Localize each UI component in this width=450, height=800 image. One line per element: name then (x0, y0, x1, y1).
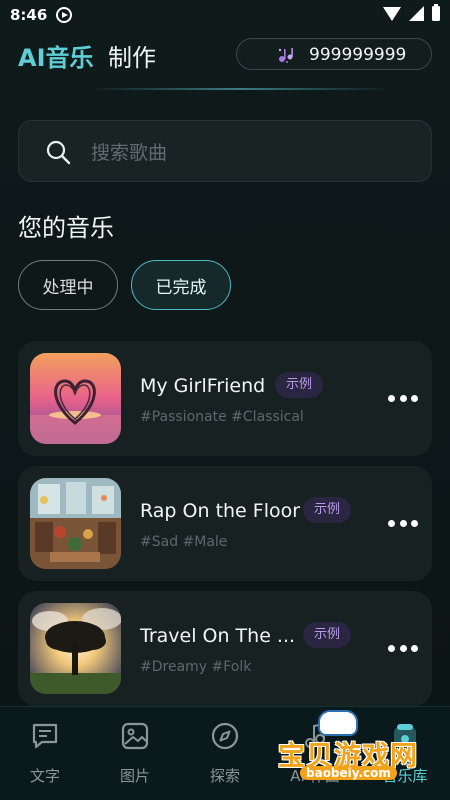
watermark-domain: baobeiy.com (300, 766, 397, 780)
site-watermark: 宝贝游戏网 baobeiy.com (270, 706, 450, 800)
more-options-button[interactable] (388, 638, 418, 658)
cafe-room-cover (30, 478, 121, 569)
app-header: AI音乐 制作 999999999 (18, 36, 432, 72)
compass-icon (211, 722, 239, 750)
wifi-icon (383, 6, 401, 21)
app-screen: 8:46 AI音乐 制作 999999999 搜索歌曲 您的音乐 处理中 已完成… (0, 0, 450, 800)
dot-icon (388, 644, 395, 652)
search-input[interactable] (89, 135, 413, 171)
song-tags: #Passionate #Classical (140, 409, 304, 425)
media-playing-icon (56, 7, 72, 23)
search-bar[interactable] (18, 120, 432, 182)
nav-item-image[interactable]: 图片 (90, 707, 180, 800)
battery-icon (432, 4, 440, 21)
filter-chip-completed[interactable]: 已完成 (131, 260, 231, 310)
nav-item-text[interactable]: 文字 (0, 707, 90, 800)
image-icon (121, 722, 149, 750)
dot-icon (388, 394, 395, 402)
header-divider (90, 88, 390, 90)
dot-icon (399, 394, 407, 402)
filter-chip-processing[interactable]: 处理中 (18, 260, 118, 310)
signal-icon (409, 6, 424, 21)
text-message-icon (32, 723, 58, 749)
song-tags: #Sad #Male (140, 534, 228, 550)
status-time: 8:46 (10, 6, 48, 24)
nav-item-explore[interactable]: 探索 (180, 707, 270, 800)
dot-icon (411, 644, 418, 652)
section-title: 您的音乐 (18, 214, 114, 242)
search-icon (46, 140, 71, 165)
song-title: My GirlFriend (140, 375, 266, 397)
song-card[interactable]: Travel On The ... 示例 #Dreamy #Folk (18, 591, 432, 706)
more-options-button[interactable] (388, 388, 418, 408)
dot-icon (411, 394, 418, 402)
song-title: Travel On The ... (140, 625, 296, 647)
dot-icon (399, 519, 407, 527)
gamepad-mascot-icon (318, 710, 358, 736)
heart-sunset-cover (30, 353, 121, 444)
nav-label: 探索 (209, 767, 240, 785)
dot-icon (411, 519, 418, 527)
example-badge: 示例 (303, 622, 352, 648)
music-notes-icon (278, 48, 293, 63)
example-badge: 示例 (275, 372, 324, 398)
status-bar: 8:46 (0, 0, 450, 32)
song-card[interactable]: Rap On the Floor 示例 #Sad #Male (18, 466, 432, 581)
app-brand-suffix: 制作 (108, 44, 156, 72)
app-brand: AI音乐 (18, 44, 94, 72)
credits-value: 999999999 (309, 45, 407, 65)
song-card[interactable]: My GirlFriend 示例 #Passionate #Classical (18, 341, 432, 456)
tree-sky-cover (30, 603, 121, 694)
nav-label: 图片 (119, 767, 150, 785)
credits-balance-button[interactable]: 999999999 (236, 38, 432, 70)
example-badge: 示例 (303, 497, 352, 523)
more-options-button[interactable] (388, 513, 418, 533)
nav-label: 文字 (29, 767, 60, 785)
song-tags: #Dreamy #Folk (140, 659, 252, 675)
dot-icon (388, 519, 395, 527)
dot-icon (399, 644, 407, 652)
status-indicators (383, 4, 440, 21)
song-title: Rap On the Floor (140, 500, 301, 522)
